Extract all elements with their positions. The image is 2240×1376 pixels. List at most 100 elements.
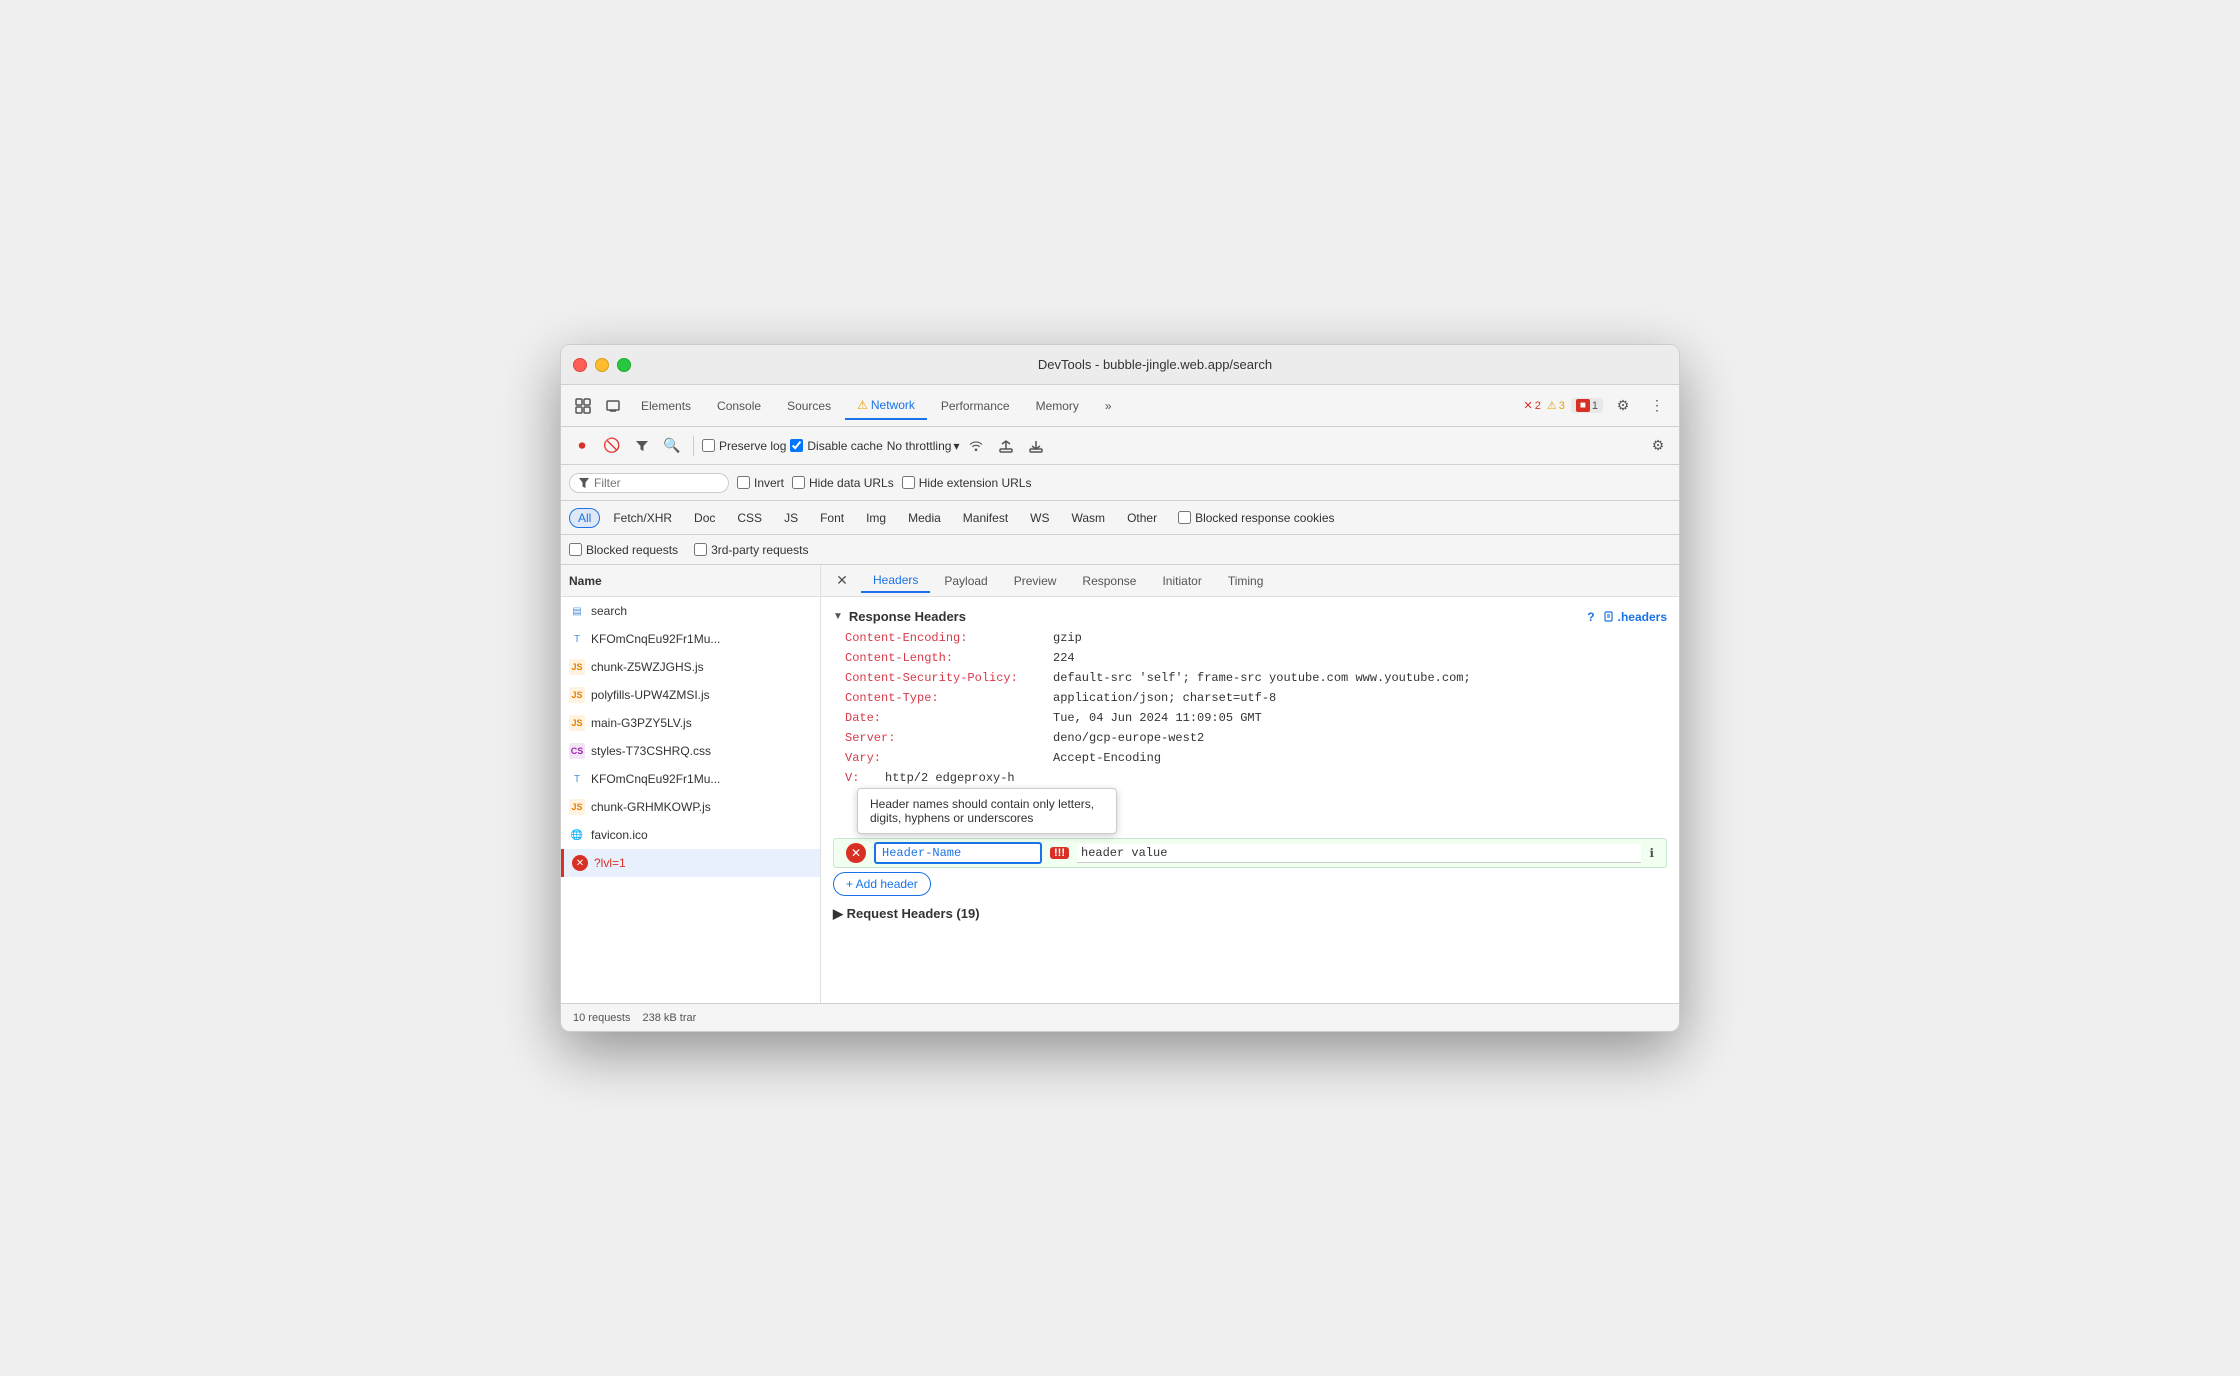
header-name: Server: (845, 731, 1045, 745)
tab-sources[interactable]: Sources (775, 393, 843, 419)
add-header-button[interactable]: + Add header (833, 872, 931, 896)
header-value: deno/gcp-europe-west2 (1053, 731, 1204, 745)
tab-more[interactable]: » (1093, 393, 1124, 419)
type-btn-ws[interactable]: WS (1021, 508, 1058, 528)
toolbar-divider-1 (693, 436, 694, 456)
section-header-actions: ? .headers (1587, 610, 1667, 624)
type-btn-media[interactable]: Media (899, 508, 950, 528)
tab-response[interactable]: Response (1070, 570, 1148, 592)
list-item-selected[interactable]: ✕ ?lvl=1 (561, 849, 820, 877)
list-item[interactable]: JS chunk-GRHMKOWP.js (561, 793, 820, 821)
close-button[interactable] (573, 358, 587, 372)
item-name: ?lvl=1 (594, 856, 812, 870)
header-value: 224 (1053, 651, 1075, 665)
maximize-button[interactable] (617, 358, 631, 372)
header-row: Content-Security-Policy: default-src 'se… (821, 668, 1679, 688)
disable-cache-label: Disable cache (807, 439, 882, 453)
type-btn-fetch[interactable]: Fetch/XHR (604, 508, 681, 528)
type-btn-css[interactable]: CSS (728, 508, 771, 528)
error-count: 2 (1535, 400, 1541, 412)
blocked-cookies-checkbox[interactable] (1178, 511, 1191, 524)
wifi-icon[interactable] (963, 433, 989, 459)
filter-input[interactable] (594, 476, 714, 490)
third-party-label: 3rd-party requests (711, 543, 808, 557)
tab-console[interactable]: Console (705, 393, 773, 419)
error-icon: ✕ (572, 855, 588, 871)
type-btn-js[interactable]: JS (775, 508, 807, 528)
tab-preview[interactable]: Preview (1002, 570, 1069, 592)
list-item[interactable]: 🌐 favicon.ico (561, 821, 820, 849)
tab-memory[interactable]: Memory (1024, 393, 1091, 419)
list-item[interactable]: T KFOmCnqEu92Fr1Mu... (561, 765, 820, 793)
search-icon[interactable]: 🔍 (659, 433, 685, 459)
list-item[interactable]: JS polyfills-UPW4ZMSI.js (561, 681, 820, 709)
headers-file-btn[interactable]: .headers (1603, 610, 1667, 624)
delete-header-button[interactable]: ✕ (846, 843, 866, 863)
invert-group: Invert (737, 476, 784, 490)
upload-icon[interactable] (993, 433, 1019, 459)
throttle-selector[interactable]: No throttling ▾ (887, 439, 960, 453)
type-btn-manifest[interactable]: Manifest (954, 508, 1017, 528)
disable-cache-group: Disable cache (790, 439, 882, 453)
header-value-input[interactable] (1077, 844, 1641, 863)
inspect-icon[interactable] (569, 392, 597, 420)
item-name: styles-T73CSHRQ.css (591, 744, 812, 758)
list-item[interactable]: JS main-G3PZY5LV.js (561, 709, 820, 737)
clear-button[interactable]: 🚫 (599, 433, 625, 459)
blocked-requests-group: Blocked requests (569, 543, 678, 557)
list-item[interactable]: JS chunk-Z5WZJGHS.js (561, 653, 820, 681)
header-value: http/2 edgeproxy-h (885, 771, 1015, 785)
header-row: V: http/2 edgeproxy-h (821, 768, 1679, 788)
hide-extension-urls-checkbox[interactable] (902, 476, 915, 489)
response-headers-section-header[interactable]: ▼ Response Headers ? .headers (821, 605, 1679, 628)
settings-icon[interactable]: ⚙ (1609, 392, 1637, 420)
list-item[interactable]: ▤ search (561, 597, 820, 625)
filter-icon[interactable] (629, 433, 655, 459)
tab-headers[interactable]: Headers (861, 569, 930, 593)
blocked-requests-label: Blocked requests (586, 543, 678, 557)
type-btn-other[interactable]: Other (1118, 508, 1166, 528)
info-icon[interactable]: ℹ (1649, 846, 1654, 860)
list-item[interactable]: CS styles-T73CSHRQ.css (561, 737, 820, 765)
tab-network[interactable]: ⚠Network (845, 392, 927, 420)
tab-elements[interactable]: Elements (629, 393, 703, 419)
header-name: Content-Type: (845, 691, 1045, 705)
tab-performance[interactable]: Performance (929, 393, 1022, 419)
request-headers-section[interactable]: ▶ Request Headers (19) (821, 900, 1679, 928)
filter-bar: Invert Hide data URLs Hide extension URL… (561, 465, 1679, 501)
third-party-checkbox[interactable] (694, 543, 707, 556)
record-stop-button[interactable]: ⏺ (569, 433, 595, 459)
type-btn-doc[interactable]: Doc (685, 508, 724, 528)
header-name-input[interactable] (874, 842, 1042, 864)
type-btn-img[interactable]: Img (857, 508, 895, 528)
item-name: favicon.ico (591, 828, 812, 842)
network-list-items[interactable]: ▤ search T KFOmCnqEu92Fr1Mu... JS chunk-… (561, 597, 820, 1003)
more-icon[interactable]: ⋮ (1643, 392, 1671, 420)
hide-data-urls-checkbox[interactable] (792, 476, 805, 489)
throttle-label: No throttling (887, 439, 952, 453)
disable-cache-checkbox[interactable] (790, 439, 803, 452)
tab-initiator[interactable]: Initiator (1150, 570, 1213, 592)
type-btn-font[interactable]: Font (811, 508, 853, 528)
extra-filter-bar: Blocked requests 3rd-party requests (561, 535, 1679, 565)
type-btn-all[interactable]: All (569, 508, 600, 528)
list-item[interactable]: T KFOmCnqEu92Fr1Mu... (561, 625, 820, 653)
device-icon[interactable] (599, 392, 627, 420)
tab-timing[interactable]: Timing (1216, 570, 1276, 592)
response-headers-label: Response Headers (849, 609, 966, 624)
tab-payload[interactable]: Payload (932, 570, 999, 592)
help-icon[interactable]: ? (1587, 610, 1594, 624)
preserve-log-checkbox[interactable] (702, 439, 715, 452)
window-title: DevTools - bubble-jingle.web.app/search (643, 357, 1667, 372)
toolbar: ⏺ 🚫 🔍 Preserve log Disable cache No thro… (561, 427, 1679, 465)
invert-checkbox[interactable] (737, 476, 750, 489)
header-name: Date: (845, 711, 1045, 725)
detail-content[interactable]: ▼ Response Headers ? .headers (821, 597, 1679, 1003)
settings-network-icon[interactable]: ⚙ (1645, 433, 1671, 459)
detail-close-button[interactable]: ✕ (829, 568, 855, 594)
js-icon: JS (569, 715, 585, 731)
blocked-requests-checkbox[interactable] (569, 543, 582, 556)
download-icon[interactable] (1023, 433, 1049, 459)
type-btn-wasm[interactable]: Wasm (1063, 508, 1115, 528)
minimize-button[interactable] (595, 358, 609, 372)
